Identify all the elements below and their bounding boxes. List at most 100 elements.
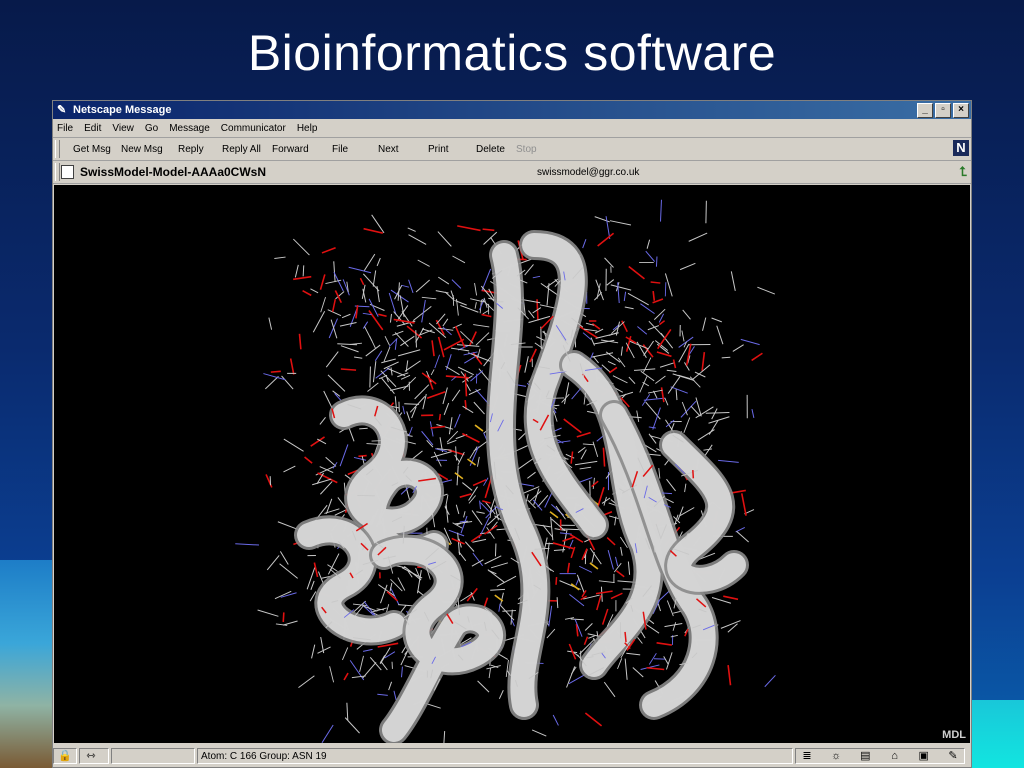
atom-bond	[340, 345, 359, 353]
reply-button[interactable]: Reply	[178, 144, 222, 155]
print-button[interactable]: Print	[428, 144, 476, 155]
atom-bond	[481, 313, 492, 318]
restore-button[interactable]: ▫	[935, 103, 951, 118]
atom-bond	[666, 369, 677, 373]
new-msg-button[interactable]: New Msg	[121, 144, 178, 155]
atom-bond	[325, 351, 339, 368]
atom-bond	[610, 284, 632, 291]
atom-bond	[716, 325, 724, 345]
calendar-icon[interactable]: ▣	[916, 749, 932, 763]
atom-bond	[592, 477, 595, 489]
atom-bond	[672, 622, 677, 631]
protein-structure-render[interactable]	[54, 185, 970, 743]
atom-bond	[452, 323, 462, 329]
menu-edit[interactable]: Edit	[84, 123, 101, 134]
address-book-icon[interactable]: ⌂	[887, 749, 903, 763]
atom-bond	[524, 356, 529, 373]
close-button[interactable]: ×	[953, 103, 969, 118]
reply-all-button[interactable]: Reply All	[222, 144, 272, 155]
atom-bond	[368, 310, 384, 331]
atom-bond	[408, 279, 414, 294]
atom-bond	[461, 432, 480, 443]
security-indicator[interactable]: 🔒	[53, 748, 77, 764]
stop-button[interactable]: Stop	[516, 144, 537, 155]
atom-bond	[390, 385, 409, 392]
atom-bond	[660, 199, 662, 222]
menu-go[interactable]: Go	[145, 123, 158, 134]
atom-bond	[605, 351, 621, 363]
atom-bond	[670, 634, 678, 638]
get-msg-button[interactable]: Get Msg	[73, 144, 121, 155]
next-button[interactable]: Next	[378, 144, 428, 155]
atom-bond	[620, 346, 623, 356]
atom-bond	[313, 562, 319, 578]
menu-communicator[interactable]: Communicator	[221, 123, 286, 134]
atom-bond	[401, 284, 410, 288]
atom-bond	[711, 317, 722, 323]
atom-bond	[332, 462, 338, 469]
netscape-message-window: ✎ Netscape Message _ ▫ × File Edit View …	[52, 100, 972, 768]
atom-bond	[628, 376, 636, 385]
atom-bond	[445, 504, 449, 523]
title-bar[interactable]: ✎ Netscape Message _ ▫ ×	[53, 101, 971, 119]
atom-bond	[695, 406, 714, 419]
atom-bond	[640, 370, 655, 382]
atom-bond	[310, 288, 319, 294]
atom-bond	[421, 372, 437, 385]
menu-view[interactable]: View	[112, 123, 134, 134]
atom-bond	[430, 369, 435, 376]
inbox-icon[interactable]: ≣	[799, 749, 815, 763]
atom-bond	[362, 273, 380, 292]
atom-bond	[352, 603, 367, 607]
atom-bond	[627, 292, 649, 306]
minimize-button[interactable]: _	[917, 103, 933, 118]
atom-bond	[528, 315, 551, 324]
atom-bond	[362, 648, 373, 652]
atom-bond	[386, 591, 398, 602]
atom-bond	[648, 320, 665, 339]
menu-message[interactable]: Message	[169, 123, 210, 134]
atom-bond	[580, 449, 587, 460]
file-button[interactable]: File	[332, 144, 378, 155]
delete-button[interactable]: Delete	[476, 144, 516, 155]
atom-bond	[681, 330, 685, 342]
atom-bond	[454, 413, 461, 428]
atom-bond	[604, 257, 614, 268]
atom-bond	[574, 460, 598, 466]
header-grip[interactable]	[55, 163, 60, 181]
atom-bond	[377, 693, 388, 696]
netscape-logo[interactable]: N	[953, 140, 969, 156]
lock-icon: 🔒	[58, 750, 72, 762]
atom-bond	[576, 574, 585, 594]
atom-bond	[376, 257, 381, 267]
edit-icon[interactable]: ✎	[945, 749, 961, 763]
atom-bond	[343, 672, 349, 681]
atom-bond	[298, 675, 315, 689]
atom-bond	[460, 515, 468, 534]
forward-button[interactable]: Forward	[272, 144, 332, 155]
sulfur-bond	[589, 562, 599, 570]
menu-help[interactable]: Help	[297, 123, 318, 134]
atom-bond	[496, 575, 517, 587]
molecule-viewer[interactable]: MDL	[54, 185, 970, 743]
atom-bond	[477, 456, 480, 467]
atom-bond	[588, 635, 595, 639]
atom-bond	[354, 356, 363, 359]
toolbar-grip[interactable]	[55, 140, 60, 158]
atom-bond	[658, 467, 661, 479]
up-arrow-icon[interactable]: ⮤	[959, 164, 967, 180]
menu-file[interactable]: File	[57, 123, 73, 134]
message-from: swissmodel@ggr.co.uk	[537, 166, 640, 178]
atom-bond	[388, 681, 393, 691]
atom-bond	[606, 536, 616, 546]
atom-bond	[636, 341, 647, 358]
atom-bond	[667, 376, 681, 394]
composer-icon[interactable]: ▤	[857, 749, 873, 763]
atom-bond	[563, 382, 570, 405]
atom-bond	[615, 570, 625, 578]
atom-bond	[408, 234, 427, 245]
atom-bond	[702, 317, 707, 331]
atom-bond	[341, 647, 349, 661]
atom-bond	[624, 631, 627, 643]
navigator-icon[interactable]: ☼	[828, 749, 844, 763]
